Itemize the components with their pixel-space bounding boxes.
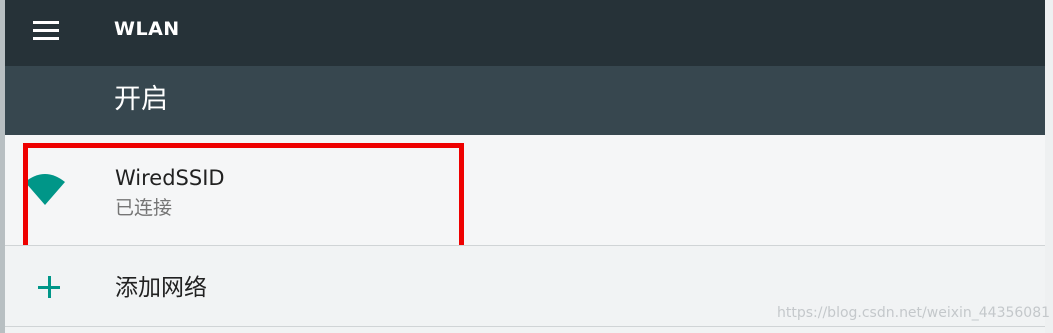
divider xyxy=(5,326,1045,327)
wlan-settings-app: WLAN 开启 WiredSSID 已连接 添加网络 xyxy=(5,0,1045,333)
add-network-button[interactable]: 添加网络 xyxy=(5,246,1045,326)
wlan-switch-label: 开启 xyxy=(114,84,168,115)
screen: WLAN 开启 WiredSSID 已连接 添加网络 https://blog.… xyxy=(0,0,1053,333)
network-status: 已连接 xyxy=(115,197,173,219)
red-highlight-annotation xyxy=(23,143,464,259)
network-item-wiredssid[interactable]: WiredSSID 已连接 xyxy=(5,135,1045,259)
toolbar: WLAN xyxy=(5,0,1045,66)
wifi-signal-icon xyxy=(25,174,65,205)
page-title: WLAN xyxy=(114,18,180,40)
hamburger-menu-icon[interactable] xyxy=(31,18,61,42)
add-network-label: 添加网络 xyxy=(115,275,207,301)
plus-icon xyxy=(38,276,60,298)
network-name: WiredSSID xyxy=(115,166,225,190)
window-edge xyxy=(1045,0,1053,333)
wlan-switch-bar[interactable]: 开启 xyxy=(5,66,1045,135)
